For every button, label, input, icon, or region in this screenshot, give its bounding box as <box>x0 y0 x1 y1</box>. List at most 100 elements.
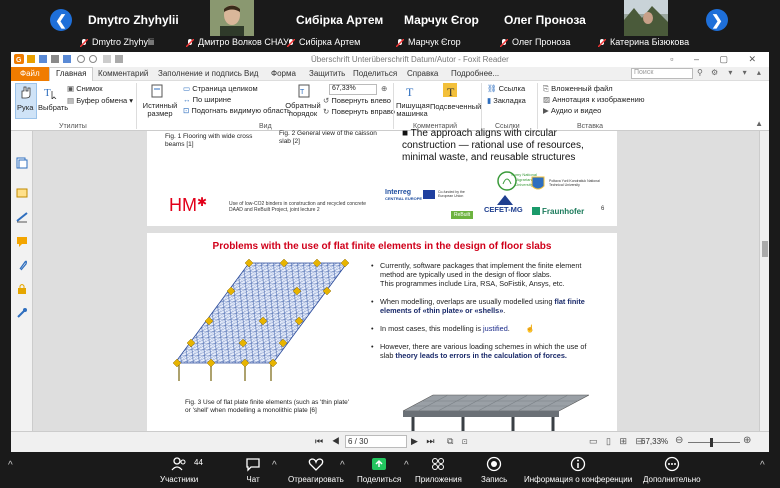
rotate-right-button[interactable]: ↻ Повернуть вправо <box>323 107 395 116</box>
fit-visible-button[interactable]: ⊡ Подогнать видимую область <box>183 106 291 115</box>
collapse-ribbon-icon[interactable]: ▲ <box>755 119 763 128</box>
rotate-left-label: Повернуть влево <box>331 96 391 105</box>
audio-video-label: Аудио и видео <box>550 106 602 115</box>
chat-label: Чат <box>246 475 260 484</box>
pdf-page-previous: Fig. 1 Flooring with wide cross beams [1… <box>147 128 617 226</box>
circular-bullet: ■ The approach aligns with circular cons… <box>402 128 612 164</box>
figure-2-caption: Fig. 2 General view of the caisson slab … <box>279 130 377 145</box>
tab-help[interactable]: Справка <box>407 69 438 78</box>
record-label: Запись <box>481 475 508 484</box>
react-chevron-icon[interactable]: ^ <box>340 460 345 471</box>
tools-icon[interactable] <box>16 307 28 319</box>
comments-icon[interactable] <box>16 235 28 247</box>
figure-1-caption: Fig. 1 Flooring with wide cross beams [1… <box>165 133 253 148</box>
next-participants-button[interactable]: ❯ <box>706 9 728 31</box>
tab-form[interactable]: Форма <box>271 69 296 78</box>
snapshot-label: Снимок <box>76 84 103 93</box>
apps-button[interactable]: Приложения <box>415 456 462 484</box>
zoom-slider-thumb[interactable] <box>710 438 713 447</box>
tab-more[interactable]: Подробнее... <box>451 69 499 78</box>
participants-button[interactable]: 44 Участники <box>160 456 203 484</box>
participant-tile[interactable]: Дмитро Волков СНАУ <box>185 0 296 52</box>
zoom-buttons[interactable]: ⊕ <box>381 84 387 93</box>
participant-tile[interactable]: Марчук Єгор Марчук Єгор <box>395 0 496 52</box>
more-button[interactable]: Дополнительно <box>643 456 701 484</box>
actual-size-button[interactable]: Истинный размер <box>142 102 178 118</box>
page-navigation[interactable]: ⏮ ◀ <box>315 436 343 447</box>
record-button[interactable]: Запись <box>481 456 507 484</box>
tab-view[interactable]: Вид <box>244 69 258 78</box>
slide-footer: Use of low-CO2 binders in construction a… <box>229 201 367 213</box>
tab-share[interactable]: Поделиться <box>353 69 397 78</box>
svg-text:T: T <box>300 89 305 96</box>
quick-access-icons[interactable] <box>27 54 137 64</box>
attachments-icon[interactable] <box>16 259 28 271</box>
tab-protect[interactable]: Защитить <box>309 69 345 78</box>
fit-page-button[interactable]: ▭ Страница целиком <box>183 84 258 93</box>
view-mode-buttons[interactable]: ⧉ ⊡ <box>447 436 471 447</box>
fit-width-button[interactable]: ↔ По ширине <box>183 95 231 104</box>
reflow-button[interactable]: Обратный порядок <box>284 102 322 118</box>
search-box[interactable]: Поиск <box>631 68 693 79</box>
zoom-slider[interactable] <box>688 438 740 447</box>
pages-icon[interactable] <box>16 157 28 169</box>
highlight-button[interactable]: Подсвеченный <box>430 102 481 111</box>
navigation-panel <box>11 131 33 431</box>
chat-chevron-icon[interactable]: ^ <box>272 460 277 471</box>
tab-home[interactable]: Главная <box>49 67 94 81</box>
share-screen-button[interactable]: Поделиться <box>357 456 401 484</box>
select-button[interactable]: Выбрать <box>38 103 68 112</box>
ribbon-divider <box>481 83 482 129</box>
meeting-info-label: Информация о конференции <box>524 475 633 484</box>
participant-tile[interactable]: Катерина Бізюкова <box>597 0 698 52</box>
chat-button[interactable]: Чат <box>245 456 261 484</box>
share-chevron-icon[interactable]: ^ <box>404 460 409 471</box>
zoom-level: 67,33% <box>641 437 669 446</box>
prev-participants-button[interactable]: ❮ <box>50 9 72 31</box>
checkbox-bullet-icon: ■ <box>402 128 409 139</box>
share-screen-icon <box>372 458 387 470</box>
rotate-left-button[interactable]: ↺ Повернуть влево <box>323 96 391 105</box>
participant-strip: ❮ Dmytro Zhyhylii Dmytro Zhyhylii Дмитро… <box>0 0 780 52</box>
ribbon-options-icons[interactable]: ⚙ ▾ ▾ ▴ <box>711 68 765 77</box>
security-lock-icon[interactable] <box>16 283 28 295</box>
image-annotation-button[interactable]: ▨ Аннотация к изображению <box>543 95 645 104</box>
typewriter-button[interactable]: Пишущая машинка <box>396 102 430 118</box>
react-button[interactable]: Отреагировать <box>288 456 344 484</box>
snapshot-button[interactable]: ▣ Снимок <box>67 84 103 93</box>
paperclip-icon: ⎘ <box>543 84 549 93</box>
clipboard-button[interactable]: ▤ Буфер обмена ▾ <box>67 96 133 105</box>
meeting-info-button[interactable]: Информация о конференции <box>524 456 632 484</box>
bookmark-button[interactable]: ▮ Закладка <box>487 96 526 105</box>
tab-comment[interactable]: Комментарий <box>98 69 148 78</box>
view-layout-buttons[interactable]: ▭ ▯ ⊞ ⊟ <box>589 436 646 447</box>
scrollbar-thumb[interactable] <box>762 241 768 257</box>
more-label: Дополнительно <box>643 475 701 484</box>
signatures-icon[interactable] <box>16 211 28 223</box>
link-label: Ссылка <box>498 84 526 93</box>
tab-fill-sign[interactable]: Заполнение и подпись <box>158 69 242 78</box>
vertical-scrollbar[interactable] <box>759 131 769 431</box>
participants-icon <box>171 457 186 471</box>
participant-tile[interactable]: Dmytro Zhyhylii Dmytro Zhyhylii <box>79 0 180 52</box>
participant-tile[interactable]: Олег Проноза Олег Проноза <box>499 0 600 52</box>
attach-file-button[interactable]: ⎘ Вложенный файл <box>543 84 613 94</box>
participants-chevron-icon[interactable]: ^ <box>8 460 13 471</box>
link-button[interactable]: ⛓ Ссылка <box>487 84 525 93</box>
expand-chevron-icon[interactable]: ^ <box>760 460 765 471</box>
search-icon[interactable]: ⚲ <box>697 68 703 77</box>
page-number-input[interactable]: 6 / 30 <box>345 435 407 448</box>
zoom-input[interactable]: 67,33% <box>329 84 377 95</box>
zoom-out-button[interactable]: ⊖ <box>675 435 683 446</box>
participant-tile[interactable]: Сибірка Артем Сибірка Артем <box>286 0 390 52</box>
participant-name: Марчук Єгор <box>404 13 479 27</box>
tab-file[interactable]: Файл <box>11 67 49 81</box>
cefet-logo-icon <box>497 195 513 205</box>
audio-video-button[interactable]: ▶ Аудио и видео <box>543 106 601 115</box>
page-navigation-next[interactable]: ▶ ⏭ <box>411 436 438 447</box>
zoom-in-button[interactable]: ⊕ <box>743 435 751 446</box>
interreg-logo: Interreg CENTRAL EUROPE <box>385 189 423 201</box>
participants-count: 44 <box>194 458 203 467</box>
window-controls[interactable]: ▫ – ▢ ✕ <box>670 54 765 65</box>
layers-icon[interactable] <box>16 187 28 199</box>
